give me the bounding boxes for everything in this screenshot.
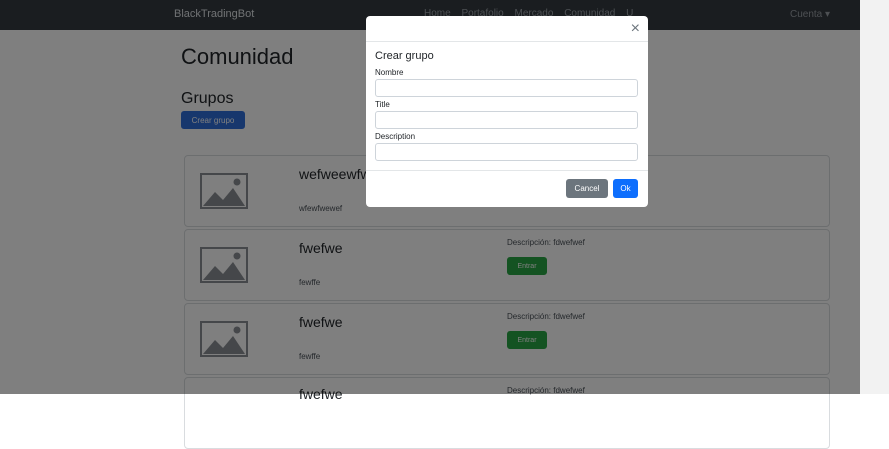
modal-title: Crear grupo: [375, 50, 434, 62]
modal-divider: [366, 41, 648, 42]
ok-button[interactable]: Ok: [613, 179, 638, 198]
title-input[interactable]: [375, 111, 638, 129]
cancel-button[interactable]: Cancel: [566, 179, 608, 198]
description-label: Description: [375, 132, 416, 141]
description-input[interactable]: [375, 143, 638, 161]
nombre-label: Nombre: [375, 68, 404, 77]
close-icon[interactable]: ×: [631, 20, 640, 38]
nombre-input[interactable]: [375, 79, 638, 97]
modal-divider: [366, 170, 648, 171]
title-label: Title: [375, 100, 390, 109]
create-group-modal: × Crear grupo Nombre Title Description C…: [366, 16, 648, 207]
scrollbar[interactable]: [860, 0, 889, 394]
